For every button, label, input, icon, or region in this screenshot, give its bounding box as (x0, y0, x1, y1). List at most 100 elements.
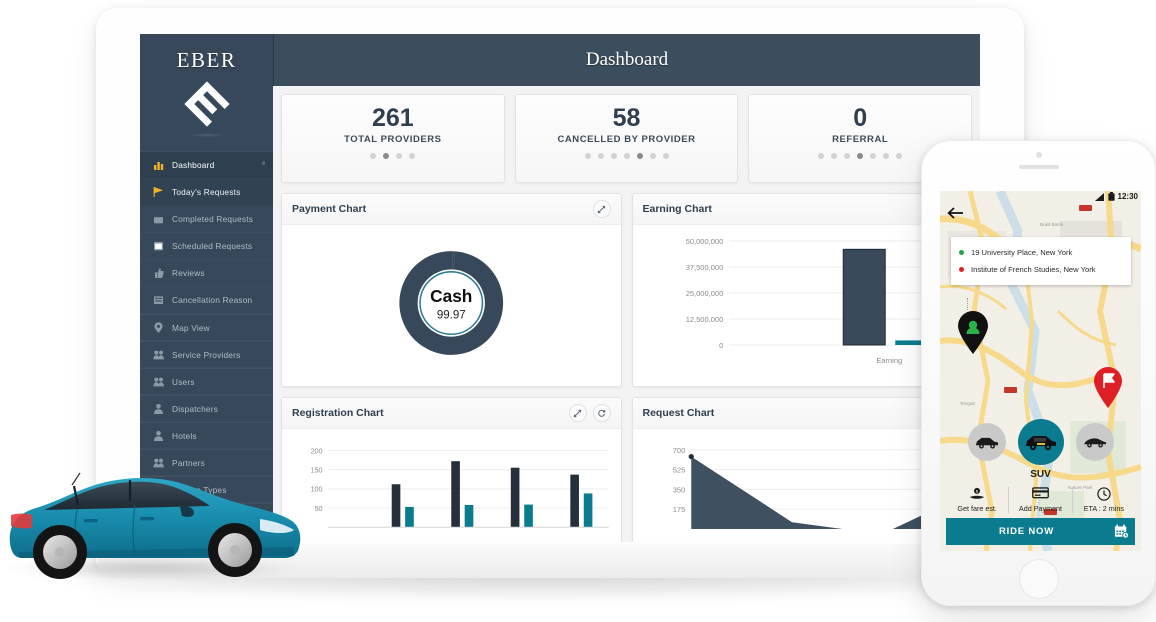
pagination-dot[interactable] (650, 153, 656, 159)
pagination-dot[interactable] (857, 153, 863, 159)
bar-providers (405, 507, 414, 527)
pagination-dot[interactable] (896, 153, 902, 159)
pagination-dot[interactable] (370, 153, 376, 159)
refresh-button[interactable] (593, 404, 611, 422)
pickup-dot-icon (959, 250, 964, 255)
sidebar-item-map-view[interactable]: Map View ⱟ (140, 314, 273, 341)
flag-icon (151, 186, 165, 198)
route-connector (967, 298, 968, 310)
pagination-dot[interactable] (663, 153, 669, 159)
pagination-dot[interactable] (409, 153, 415, 159)
add-payment-button[interactable]: Add Payment (1008, 487, 1071, 513)
user-icon (151, 403, 165, 415)
payment-chart-body: Cash 99.97 (282, 225, 621, 386)
brand-glow (188, 133, 226, 137)
pagination-dot[interactable] (637, 153, 643, 159)
donut-center-label: Cash (430, 286, 472, 306)
thumbs-up-icon (151, 267, 165, 279)
main-content: 261 TOTAL PROVIDERS 58 CANCELLED BY PROVIDE… (273, 86, 980, 542)
calendar-icon (151, 213, 165, 225)
stat-cards: 261 TOTAL PROVIDERS 58 CANCELLED BY PROVIDE… (273, 94, 980, 183)
destination-row[interactable]: Institute of French Studies, New York (959, 261, 1123, 278)
y-tick-label: 200 (311, 446, 323, 455)
ride-now-button[interactable]: RIDE NOW (946, 518, 1135, 545)
pagination-dot[interactable] (383, 153, 389, 159)
expand-button[interactable] (593, 200, 611, 218)
y-tick-label: 100 (311, 485, 323, 494)
car-handle-front (140, 517, 154, 520)
donut-center-value: 99.97 (437, 309, 466, 321)
phone-status-bar: 12:30 (1095, 192, 1138, 201)
registration-chart-panel: Registration Chart 50 100 150 200 (281, 397, 622, 542)
pagination-dot[interactable] (611, 153, 617, 159)
sidebar-item-hotels[interactable]: Hotels ⱟ (140, 422, 273, 449)
sidebar-item-label: Map View (165, 323, 265, 333)
ride-now-label: RIDE NOW (946, 526, 1107, 537)
pagination-dot[interactable] (831, 153, 837, 159)
page-title: Dashboard (274, 34, 980, 86)
schedule-calendar-icon[interactable] (1107, 524, 1135, 539)
vehicle-option-suv[interactable] (1018, 419, 1064, 465)
flag-pin-icon (1092, 367, 1124, 409)
sidebar-item-completed-requests[interactable]: Completed Requests (140, 206, 273, 233)
pagination-dot[interactable] (585, 153, 591, 159)
pagination-dot[interactable] (598, 153, 604, 159)
bar-providers (524, 505, 533, 528)
back-arrow-icon[interactable] (947, 207, 964, 219)
stat-card[interactable]: 58 CANCELLED BY PROVIDER (515, 94, 739, 183)
phone-home-button[interactable] (1019, 559, 1059, 599)
expand-button[interactable] (569, 404, 587, 422)
pagination-dot[interactable] (844, 153, 850, 159)
bar-users (392, 484, 401, 527)
request-chart-title: Request Chart (643, 407, 962, 419)
pickup-address: 19 University Place, New York (971, 248, 1072, 257)
registration-chart-tools (569, 404, 611, 422)
pagination-dot[interactable] (624, 153, 630, 159)
stat-pagination-dots[interactable] (520, 153, 734, 159)
pagination-dot[interactable] (870, 153, 876, 159)
sidebar-item-reviews[interactable]: Reviews (140, 260, 273, 287)
y-tick-label: 50,000,000 (685, 237, 723, 246)
car-illustration (2, 455, 312, 590)
bar-users (451, 461, 460, 527)
area-series-requests (691, 457, 943, 529)
car-antenna (72, 473, 80, 485)
user-icon (151, 430, 165, 442)
bar-total-earning (843, 249, 885, 345)
pagination-dot[interactable] (396, 153, 402, 159)
sidebar-item-scheduled-requests[interactable]: Scheduled Requests (140, 233, 273, 260)
sidebar-item-today-s-requests[interactable]: Today's Requests (140, 179, 273, 206)
sidebar-item-dispatchers[interactable]: Dispatchers ⱟ (140, 395, 273, 422)
sidebar-item-label: Today's Requests (165, 187, 265, 197)
sidebar-item-service-providers[interactable]: Service Providers ⱟ (140, 341, 273, 368)
signal-bars-icon (1095, 193, 1105, 201)
person-pin-icon (956, 311, 990, 355)
taxi-icon (1025, 434, 1057, 451)
add-payment-label: Add Payment (1019, 504, 1062, 513)
pickup-row[interactable]: 19 University Place, New York (959, 244, 1123, 261)
sidebar-item-cancellation-reason[interactable]: Cancellation Reason (140, 287, 273, 314)
y-tick-label: 12,500,000 (685, 315, 723, 324)
bar-chart-icon (151, 159, 165, 171)
sidebar-item-users[interactable]: Users ⱟ (140, 368, 273, 395)
pagination-dot[interactable] (818, 153, 824, 159)
sidebar-item-label: Reviews (165, 268, 265, 278)
vehicle-option-hatchback[interactable] (968, 423, 1006, 461)
vehicle-option-sedan[interactable] (1076, 423, 1114, 461)
phone-device: Bukit Batok Tengah Bukit Batok Nature Pa… (921, 140, 1156, 606)
svg-text:Tengah: Tengah (960, 401, 976, 406)
payment-chart-tools (593, 200, 611, 218)
pagination-dot[interactable] (883, 153, 889, 159)
y-tick-label: 525 (672, 466, 685, 475)
get-fare-estimate-label: Get fare est. (957, 504, 997, 513)
stat-value: 261 (286, 104, 500, 132)
chart-row-top: Payment Chart Cash 99.97 Earning Chart 0… (281, 193, 972, 387)
stat-pagination-dots[interactable] (286, 153, 500, 159)
destination-dot-icon (959, 267, 964, 272)
sidebar-item-label: Hotels (165, 431, 265, 441)
stat-card[interactable]: 261 TOTAL PROVIDERS (281, 94, 505, 183)
get-fare-estimate-button[interactable]: $ Get fare est. (946, 487, 1008, 513)
car-rear-wheel (33, 525, 87, 579)
sidebar-item-dashboard[interactable]: Dashboard ⱏ (140, 152, 273, 179)
selected-vehicle-label: SUV (940, 469, 1141, 480)
